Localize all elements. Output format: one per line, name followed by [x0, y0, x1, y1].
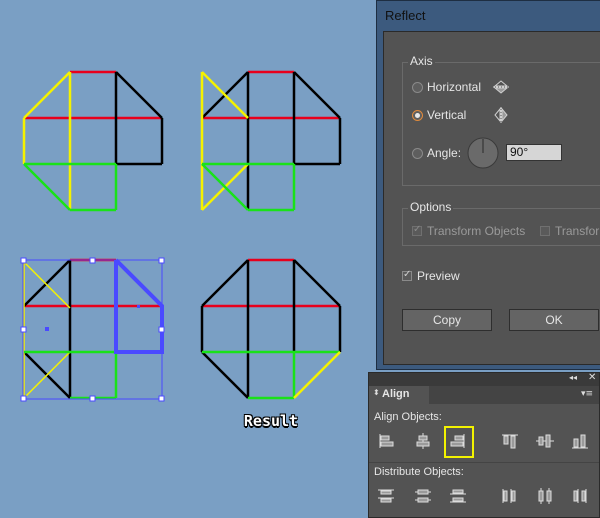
transform-patterns-checkbox[interactable] — [540, 226, 550, 236]
vertical-reflect-icon — [494, 107, 508, 123]
align-panel: ◂◂ ✕ ⬍ Align ▾≡ Align Objects: Distribut… — [368, 372, 600, 518]
vertical-distribute-center-icon[interactable] — [412, 486, 434, 506]
tab-arrows-icon: ⬍ — [373, 388, 380, 397]
preview-label[interactable]: Preview — [417, 269, 460, 283]
angle-label[interactable]: Angle: — [427, 146, 461, 160]
vertical-label[interactable]: Vertical — [427, 108, 466, 122]
angle-dial-icon[interactable] — [466, 136, 500, 170]
transform-patterns-label[interactable]: Transfor — [555, 224, 599, 238]
horizontal-label[interactable]: Horizontal — [427, 80, 481, 94]
close-icon[interactable]: ✕ — [588, 372, 596, 383]
horizontal-radio[interactable] — [412, 82, 423, 93]
angle-radio[interactable] — [412, 148, 423, 159]
result-label: Result — [243, 412, 299, 430]
transform-objects-checkbox[interactable]: ✓ — [412, 224, 422, 236]
highlight-align-right — [444, 426, 474, 458]
transform-objects-label[interactable]: Transform Objects — [427, 224, 525, 238]
reflect-dialog: Reflect Axis Horizontal Vertical Angle: … — [376, 0, 600, 370]
dialog-title: Reflect — [385, 8, 426, 23]
vertical-radio[interactable] — [412, 110, 423, 121]
horizontal-distribute-left-icon[interactable] — [499, 486, 521, 506]
align-tab-label[interactable]: Align — [382, 388, 410, 400]
vertical-align-center-icon[interactable] — [534, 431, 556, 451]
figure-selected[interactable] — [20, 257, 165, 402]
figure-result — [200, 258, 342, 400]
preview-checkbox[interactable]: ✓ — [402, 269, 412, 281]
horizontal-distribute-center-icon[interactable] — [534, 486, 556, 506]
angle-input[interactable]: 90° — [506, 144, 562, 161]
horizontal-align-left-icon[interactable] — [375, 431, 397, 451]
panel-divider — [369, 462, 599, 463]
artwork-canvas — [20, 70, 342, 402]
horizontal-align-center-icon[interactable] — [412, 431, 434, 451]
align-tab[interactable]: ⬍ Align — [369, 386, 429, 404]
distribute-objects-label: Distribute Objects: — [374, 466, 464, 478]
copy-button[interactable]: Copy — [402, 309, 492, 331]
ok-button[interactable]: OK — [509, 309, 599, 331]
panel-top-bar: ◂◂ ✕ — [369, 372, 599, 386]
dialog-body: Axis Horizontal Vertical Angle: 90° Opti… — [383, 31, 600, 365]
axis-group-label: Axis — [408, 54, 435, 68]
options-group-label: Options — [408, 200, 454, 214]
figure-step-two — [200, 70, 342, 212]
horizontal-distribute-right-icon[interactable] — [569, 486, 591, 506]
horizontal-reflect-icon — [493, 80, 509, 94]
vertical-align-bottom-icon[interactable] — [569, 431, 591, 451]
panel-menu-icon[interactable]: ▾≡ — [581, 389, 593, 399]
figure-original — [22, 70, 164, 212]
vertical-distribute-bottom-icon[interactable] — [447, 486, 469, 506]
align-objects-label: Align Objects: — [374, 411, 442, 423]
collapse-icon[interactable]: ◂◂ — [569, 373, 577, 382]
vertical-distribute-top-icon[interactable] — [375, 486, 397, 506]
vertical-align-top-icon[interactable] — [499, 431, 521, 451]
